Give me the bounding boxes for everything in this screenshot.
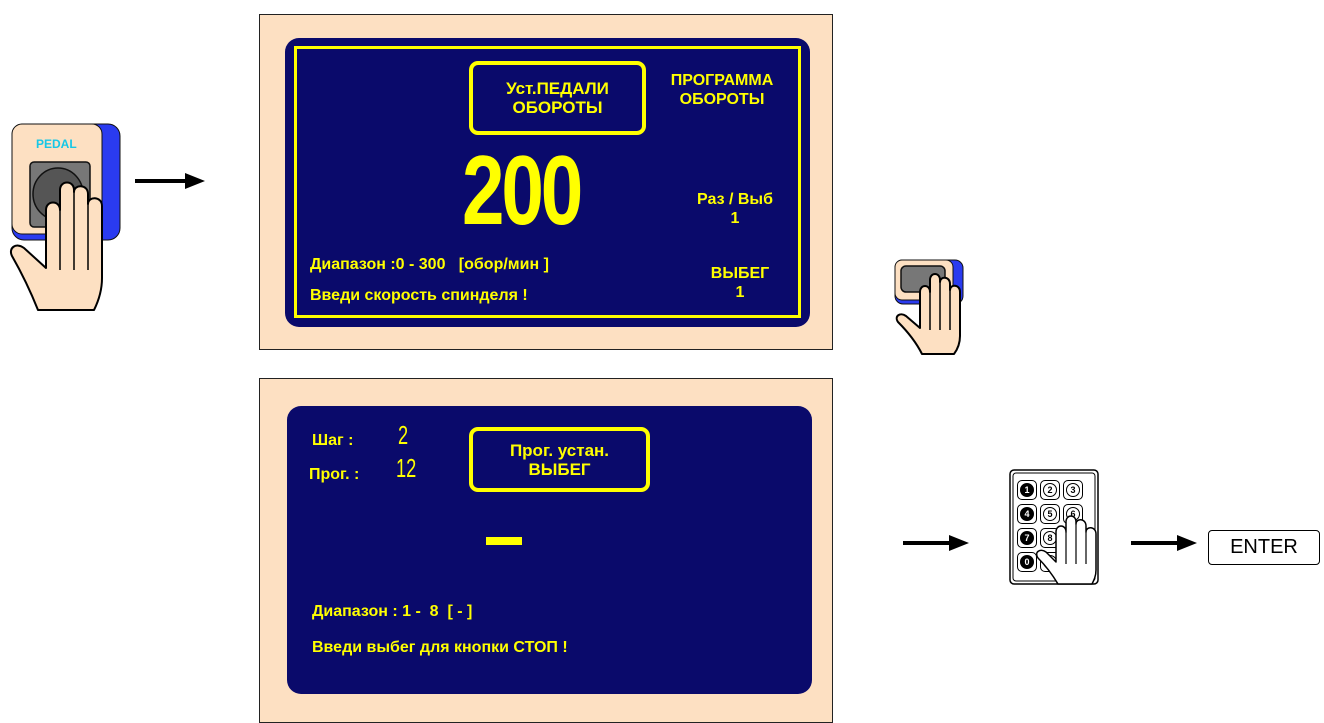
key-2-label: 2 bbox=[1043, 483, 1057, 497]
step-value: 2 bbox=[398, 420, 409, 450]
range-value: 0 - 300 [обор/мин ] bbox=[395, 256, 549, 273]
hand-icon bbox=[10, 181, 103, 311]
hand-icon bbox=[1035, 515, 1097, 585]
key-7-label: 7 bbox=[1020, 531, 1034, 545]
speed-prompt: Введи скорость спинделя ! bbox=[310, 287, 528, 304]
prog-label: Прог. : bbox=[309, 466, 360, 483]
program-line1: ПРОГРАММА bbox=[670, 72, 774, 89]
vybeg-label: ВЫБЕГ bbox=[710, 265, 770, 282]
input-cursor bbox=[486, 537, 522, 545]
enter-button[interactable]: ENTER bbox=[1208, 530, 1320, 565]
pedal-label: PEDAL bbox=[36, 137, 77, 151]
mode-box: Уст.ПЕДАЛИ ОБОРОТЫ bbox=[469, 61, 646, 135]
vybeg-value: 1 bbox=[735, 284, 745, 301]
key-3[interactable]: 3 bbox=[1063, 480, 1083, 500]
key-0-label: 0 bbox=[1020, 555, 1034, 569]
arrow-right-icon bbox=[1131, 535, 1197, 551]
key-1[interactable]: 1 bbox=[1017, 480, 1037, 500]
keypad[interactable]: 1 2 3 4 5 6 7 8 9 0 . bbox=[1006, 466, 1101, 588]
vybeg-prompt: Введи выбег для кнопки СТОП ! bbox=[312, 639, 568, 656]
arrow-right-icon bbox=[903, 535, 969, 551]
range-line: Диапазон :0 - 300 [обор/мин ] bbox=[310, 256, 549, 274]
speed-value: 200 bbox=[462, 135, 583, 245]
vybeg: ВЫБЕГ 1 bbox=[675, 264, 805, 302]
mode-line1: Уст.ПЕДАЛИ bbox=[506, 79, 609, 98]
raz-vyb-label: Раз / Выб bbox=[697, 191, 773, 208]
program-label: ПРОГРАММА ОБОРОТЫ bbox=[654, 71, 790, 109]
program-line2: ОБОРОТЫ bbox=[679, 91, 765, 108]
hand-icon bbox=[895, 273, 961, 355]
range-label: Диапазон : bbox=[310, 256, 396, 273]
mode-box-bottom: Прог. устан. ВЫБЕГ bbox=[469, 427, 650, 492]
key-1-label: 1 bbox=[1020, 483, 1034, 497]
raz-vyb-value: 1 bbox=[730, 210, 740, 227]
key-2[interactable]: 2 bbox=[1040, 480, 1060, 500]
mode-bottom-line2: ВЫБЕГ bbox=[528, 459, 591, 479]
range-bottom: Диапазон : 1 - 8 [ - ] bbox=[312, 603, 473, 620]
raz-vyb: Раз / Выб 1 bbox=[670, 190, 800, 228]
mode-line2: ОБОРОТЫ bbox=[512, 98, 603, 117]
step-label: Шаг : bbox=[312, 432, 354, 449]
mode-bottom-line1: Прог. устан. bbox=[509, 440, 610, 460]
arrow-right-icon bbox=[135, 173, 205, 189]
prog-value: 12 bbox=[396, 453, 417, 483]
key-4-label: 4 bbox=[1020, 507, 1034, 521]
key-3-label: 3 bbox=[1066, 483, 1080, 497]
